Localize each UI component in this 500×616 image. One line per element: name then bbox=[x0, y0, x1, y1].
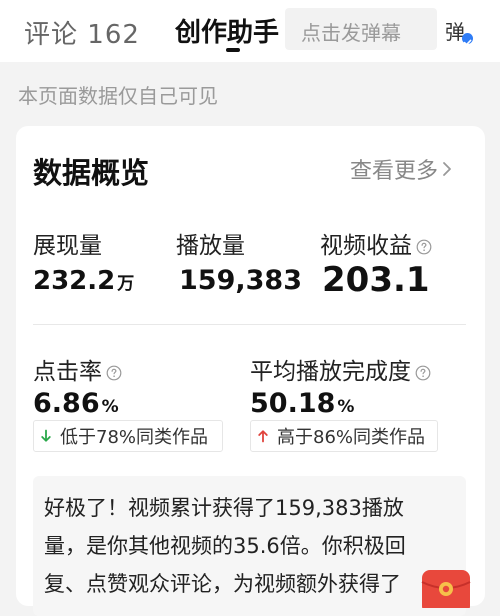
completion-comparison-badge: 高于86%同类作品 bbox=[250, 420, 438, 452]
chevron-right-icon bbox=[442, 158, 452, 183]
view-more-label: 查看更多 bbox=[350, 159, 439, 184]
top-bar: 评论 162 创作助手 点击发弹幕 弹 bbox=[0, 0, 500, 62]
metric-ctr-label: 点击率 bbox=[33, 352, 122, 386]
metric-impressions-unit: 万 bbox=[117, 274, 135, 294]
metric-ctr-unit: % bbox=[101, 397, 119, 417]
arrow-up-icon bbox=[255, 428, 271, 444]
metric-revenue-label-text: 视频收益 bbox=[320, 233, 412, 259]
tab-creator-assistant-label: 创作助手 bbox=[175, 18, 280, 48]
metric-revenue-number: 203.1 bbox=[322, 260, 430, 300]
check-badge-icon bbox=[462, 33, 473, 46]
performance-summary: 好极了！视频累计获得了159,383播放 量，是你其他视频的35.6倍。你积极回… bbox=[33, 476, 466, 616]
metric-revenue-label: 视频收益 bbox=[320, 226, 432, 260]
metric-completion-unit: % bbox=[337, 397, 355, 417]
danmu-placeholder: 点击发弹幕 bbox=[301, 21, 401, 45]
view-more-link[interactable]: 查看更多 bbox=[350, 153, 452, 185]
metric-completion-label: 平均播放完成度 bbox=[250, 352, 431, 386]
metric-impressions-value: 232.2 万 bbox=[33, 266, 134, 296]
tab-comments-label: 评论 bbox=[24, 20, 79, 50]
red-packet-icon[interactable] bbox=[420, 568, 472, 614]
metric-ctr-value: 6.86% bbox=[33, 388, 119, 419]
metric-ctr-label-text: 点击率 bbox=[33, 359, 102, 385]
tab-comments[interactable]: 评论 162 bbox=[24, 14, 140, 51]
summary-line: 复、点赞观众评论，为视频额外获得了 bbox=[44, 572, 401, 596]
section-divider bbox=[33, 324, 466, 325]
metric-plays-label: 播放量 bbox=[176, 226, 245, 260]
metric-plays-number: 159,383 bbox=[179, 265, 302, 296]
completion-comparison-text: 高于86%同类作品 bbox=[277, 427, 426, 448]
summary-line: 好极了！视频累计获得了159,383播放 bbox=[44, 496, 404, 520]
summary-line: 量，是你其他视频的35.6倍。你积极回 bbox=[44, 534, 406, 558]
tab-creator-assistant[interactable]: 创作助手 bbox=[175, 12, 279, 49]
metric-impressions-number: 232.2 bbox=[33, 266, 116, 296]
metric-completion-value: 50.18% bbox=[250, 388, 354, 419]
arrow-down-icon bbox=[38, 428, 54, 444]
ctr-comparison-badge: 低于78%同类作品 bbox=[33, 420, 223, 452]
privacy-hint: 本页面数据仅自己可见 bbox=[18, 84, 218, 108]
card-title: 数据概览 bbox=[33, 156, 150, 190]
ctr-comparison-text: 低于78%同类作品 bbox=[60, 427, 209, 448]
metric-impressions-label: 展现量 bbox=[33, 226, 102, 260]
active-tab-indicator bbox=[226, 48, 240, 52]
metric-completion-number: 50.18 bbox=[250, 388, 336, 419]
question-circle-icon[interactable] bbox=[415, 361, 431, 381]
data-overview-card: 数据概览 查看更多 展现量 232.2 万 播放量 159,383 视频收益 20… bbox=[16, 126, 485, 616]
metric-revenue-value: 203.1 bbox=[322, 260, 430, 300]
metric-ctr-number: 6.86 bbox=[33, 388, 100, 419]
tab-comments-count: 162 bbox=[87, 20, 140, 50]
metric-plays-label-text: 播放量 bbox=[176, 233, 245, 259]
danmu-input[interactable]: 点击发弹幕 bbox=[285, 8, 437, 50]
question-circle-icon[interactable] bbox=[106, 361, 122, 381]
metric-completion-label-text: 平均播放完成度 bbox=[250, 359, 411, 385]
question-circle-icon[interactable] bbox=[416, 235, 432, 255]
metric-impressions-label-text: 展现量 bbox=[33, 233, 102, 259]
metric-plays-value: 159,383 bbox=[179, 265, 302, 296]
danmu-toggle-button[interactable]: 弹 bbox=[441, 8, 481, 50]
